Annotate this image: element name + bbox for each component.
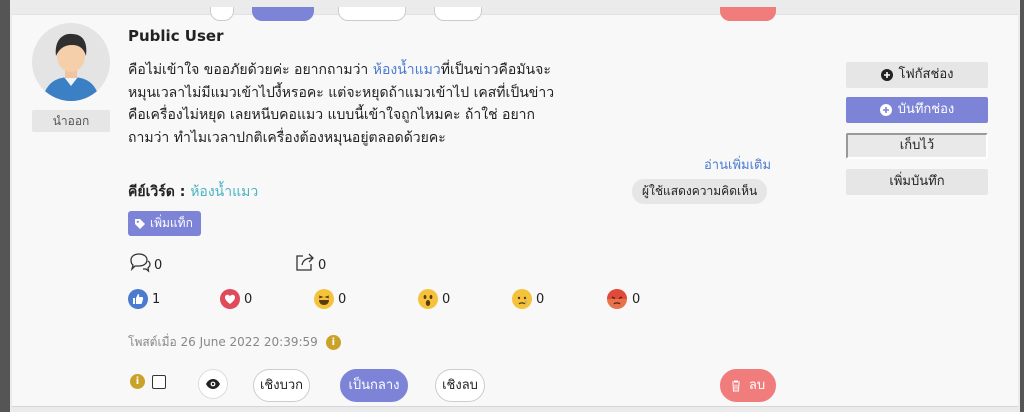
username: Public User [128, 27, 224, 45]
delete-button[interactable]: ลบ [720, 369, 776, 402]
add-tag-label: เพิ่มแท็ก [150, 216, 193, 230]
info-icon[interactable]: i [325, 335, 341, 350]
previous-card-edge [12, 7, 1018, 21]
negative-button[interactable]: เชิงลบ [435, 369, 485, 402]
heart-icon [220, 289, 240, 309]
window-right-edge [1020, 0, 1024, 412]
add-note-button[interactable]: เพิ่มบันทึก [846, 169, 988, 195]
reaction-love[interactable]: 0 [220, 289, 252, 309]
focus-channel-button[interactable]: โฟกัสช่อง [846, 62, 988, 88]
focus-channel-label: โฟกัสช่อง [898, 67, 954, 82]
avatar [32, 23, 110, 101]
keyword-label: คีย์เวิร์ด : [128, 184, 186, 200]
comment-count: 0 [154, 258, 163, 273]
save-channel-label: บันทึกช่อง [897, 102, 955, 117]
logout-button[interactable]: นำออก [32, 110, 110, 132]
comment-icon [130, 253, 151, 273]
neutral-button[interactable]: เป็นกลาง [340, 369, 408, 402]
like-icon [128, 289, 148, 309]
post-text: คือเครื่องไม่หยุด เลยหนีบคอแมว แบบนี้เข้… [128, 107, 536, 123]
post-text: ที่เป็นข่าวคือมันจะ [440, 62, 551, 78]
plus-circle-icon [880, 69, 893, 81]
share-icon [296, 253, 314, 271]
angry-count: 0 [632, 291, 641, 307]
positive-button[interactable]: เชิงบวก [253, 369, 310, 402]
keep-button[interactable]: เก็บไว้ [846, 133, 988, 159]
tag-icon [135, 218, 145, 229]
posted-timestamp: โพสต์เมื่อ 26 June 2022 20:39:59 [128, 335, 318, 349]
keyword-link[interactable]: ห้องน้ำแมว [190, 184, 258, 200]
comment-counter[interactable]: 0 [128, 251, 162, 273]
posted-timestamp-row: โพสต์เมื่อ 26 June 2022 20:39:59 i [128, 333, 341, 352]
card-divider [12, 406, 1018, 407]
sad-icon [512, 289, 532, 309]
save-channel-button[interactable]: บันทึกช่อง [846, 97, 988, 123]
share-counter[interactable]: 0 [294, 251, 326, 273]
show-comments-button[interactable]: ผู้ใช้แสดงความคิดเห็น [632, 179, 768, 204]
reaction-like[interactable]: 1 [128, 289, 160, 309]
post-card: นำออก Public User คือไม่เข้าใจ ขออภัยด้ว… [12, 7, 1018, 406]
post-text: คือไม่เข้าใจ ขออภัยด้วยค่ะ อยากถามว่า [128, 62, 373, 78]
laugh-icon [314, 289, 334, 309]
post-line: คือไม่เข้าใจ ขออภัยด้วยค่ะ อยากถามว่า ห้… [128, 59, 628, 82]
post-line: ถามว่า ทำไมเวลาปกติเครื่องต้องหมุนอยู่ตล… [128, 127, 628, 150]
plus-circle-icon [879, 104, 892, 116]
post-text: หมุนเวลาไม่มีแมวเข้าไปงี้หรอคะ แต่จะหยุด… [128, 84, 555, 101]
reaction-haha[interactable]: 0 [314, 289, 346, 309]
haha-count: 0 [338, 291, 347, 307]
love-count: 0 [244, 291, 253, 307]
like-count: 1 [152, 291, 161, 307]
eye-icon [206, 379, 220, 389]
read-more-link[interactable]: อ่านเพิ่มเติม [704, 154, 771, 175]
reaction-sad[interactable]: 0 [512, 289, 544, 309]
post-line: หมุนเวลาไม่มีแมวเข้าไปงี้หรอคะ แต่จะหยุด… [128, 82, 628, 105]
delete-label: ลบ [748, 378, 766, 393]
select-checkbox[interactable] [152, 375, 166, 389]
keyword-row: คีย์เวิร์ด : ห้องน้ำแมว [128, 181, 258, 203]
reaction-bar: 1 0 0 0 0 0 [128, 289, 648, 313]
view-button[interactable] [198, 369, 228, 399]
wow-icon [418, 289, 438, 309]
reaction-wow[interactable]: 0 [418, 289, 450, 309]
angry-icon [607, 289, 627, 309]
post-keyword-link[interactable]: ห้องน้ำแมว [373, 62, 441, 78]
window-left-edge [0, 0, 10, 412]
add-tag-button[interactable]: เพิ่มแท็ก [128, 211, 201, 236]
wow-count: 0 [442, 291, 451, 307]
post-text: ถามว่า ทำไมเวลาปกติเครื่องต้องหมุนอยู่ตล… [128, 129, 446, 146]
share-count: 0 [318, 258, 327, 273]
post-body: คือไม่เข้าใจ ขออภัยด้วยค่ะ อยากถามว่า ห้… [128, 59, 628, 149]
user-avatar-icon [42, 33, 100, 101]
post-action-bar: i เชิงบวก เป็นกลาง เชิงลบ ลบ [128, 369, 788, 403]
post-line: คือเครื่องไม่หยุด เลยหนีบคอแมว แบบนี้เข้… [128, 104, 628, 127]
trash-icon [731, 380, 740, 391]
reaction-angry[interactable]: 0 [606, 289, 640, 309]
sad-count: 0 [536, 291, 545, 307]
select-info-icon[interactable]: i [130, 374, 145, 389]
